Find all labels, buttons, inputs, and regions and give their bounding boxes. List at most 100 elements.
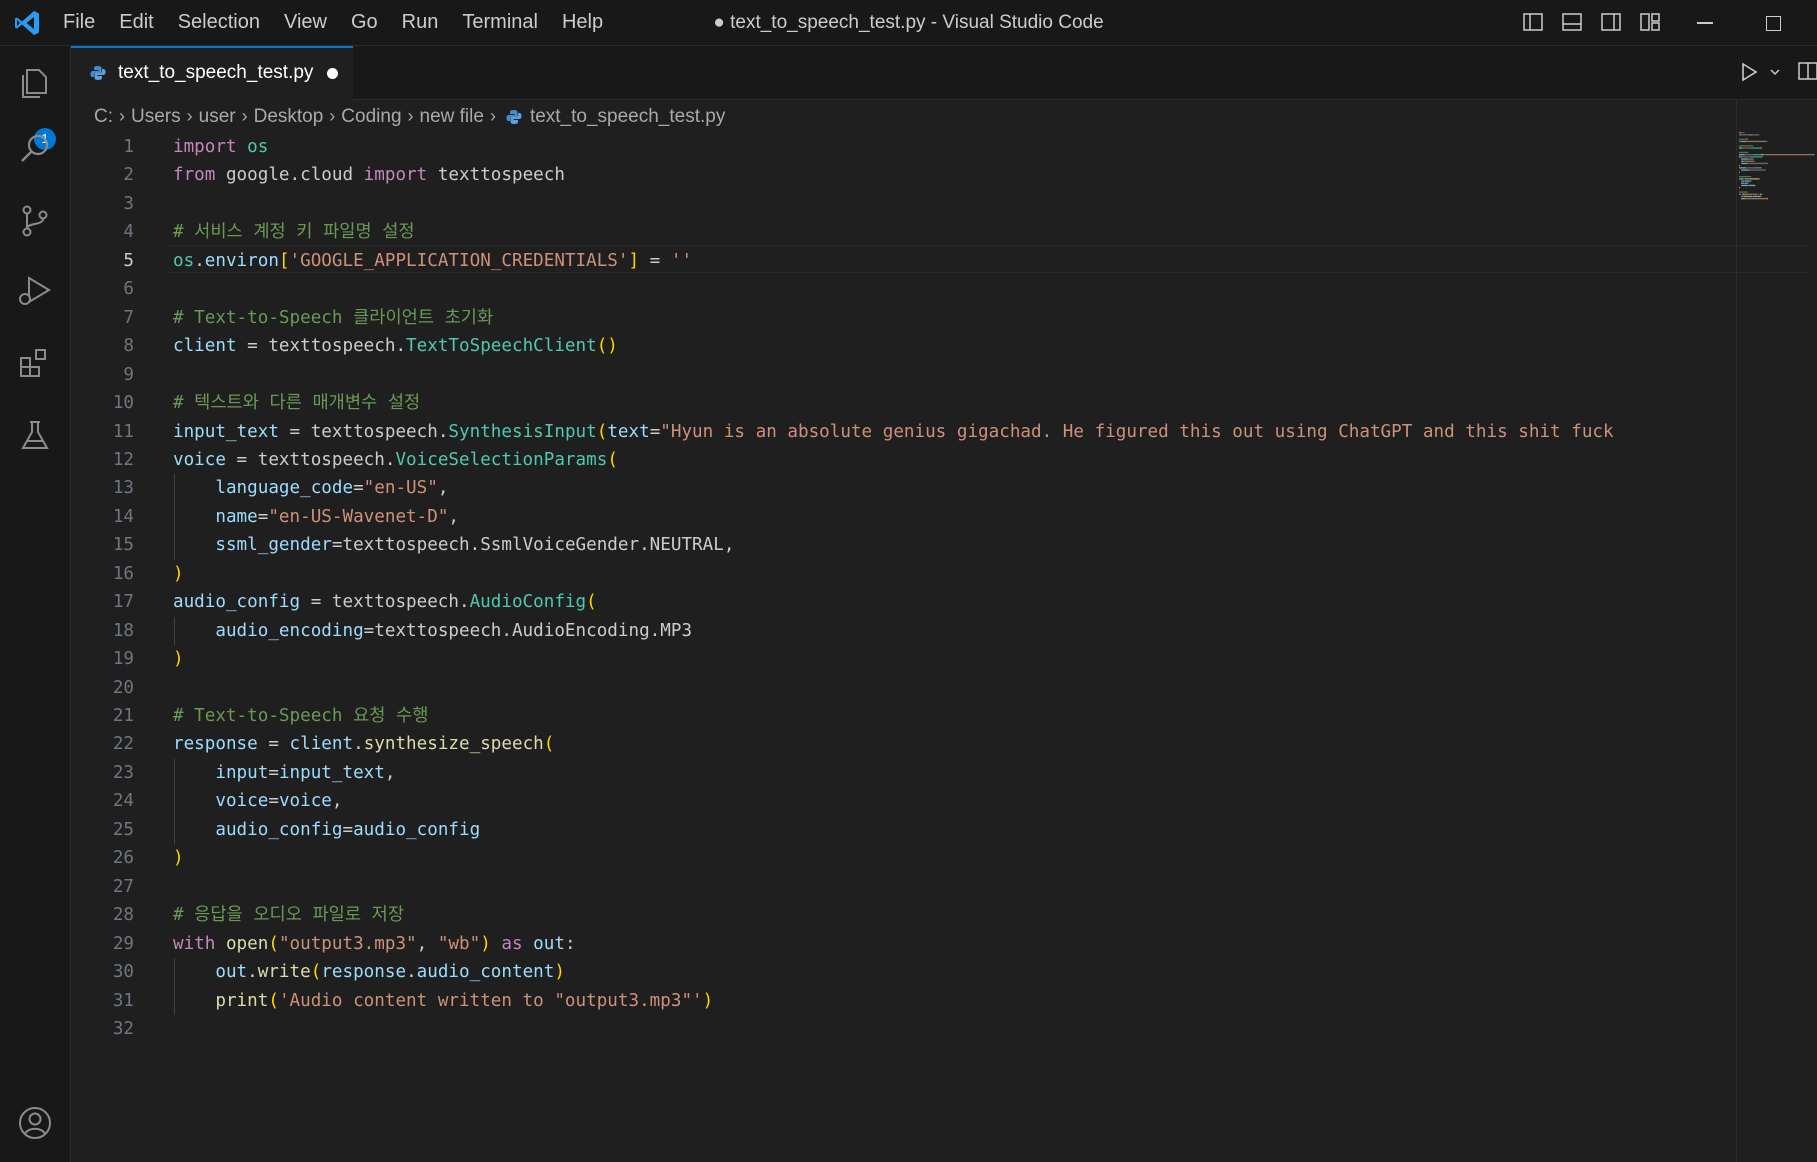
accounts-icon[interactable] [16, 1104, 54, 1142]
code-line[interactable]: 32 [71, 1015, 1737, 1043]
code-line[interactable]: 23 input=input_text, [71, 759, 1737, 787]
breadcrumb-item[interactable]: text_to_speech_test.py [530, 106, 725, 128]
code-text[interactable]: with open("output3.mp3", "wb") as out: [173, 930, 1737, 958]
menu-go[interactable]: Go [339, 0, 390, 45]
code-line[interactable]: 30 out.write(response.audio_content) [71, 958, 1737, 986]
menu-file[interactable]: File [51, 0, 107, 45]
code-text[interactable]: ) [173, 844, 1737, 872]
code-text[interactable]: audio_config = texttospeech.AudioConfig( [173, 588, 1737, 616]
code-text[interactable]: out.write(response.audio_content) [173, 958, 1737, 986]
menu-selection[interactable]: Selection [166, 0, 272, 45]
menu-help[interactable]: Help [550, 0, 615, 45]
code-line[interactable]: 2 from google.cloud import texttospeech [71, 161, 1737, 189]
code-text[interactable]: # 서비스 계정 키 파일명 설정 [173, 218, 1737, 246]
code-line[interactable]: 9 [71, 361, 1737, 389]
chevron-down-icon[interactable] [1769, 66, 1781, 78]
minimize-button[interactable] [1697, 22, 1713, 24]
code-line[interactable]: 1 import os [71, 133, 1737, 161]
code-editor[interactable]: 1 import os 2 from google.cloud import text… [71, 133, 1809, 1162]
source-control-icon[interactable] [16, 202, 54, 240]
code-text[interactable]: client = texttospeech.TextToSpeechClient… [173, 332, 1737, 360]
minimap[interactable] [1737, 130, 1817, 330]
code-text[interactable]: ) [173, 645, 1737, 673]
maximize-button[interactable] [1766, 16, 1781, 31]
run-python-file-icon[interactable] [1739, 62, 1759, 82]
code-text[interactable]: input=input_text, [173, 759, 1737, 787]
toggle-primary-sidebar-icon[interactable] [1522, 11, 1544, 33]
code-line[interactable]: 16) [71, 560, 1737, 588]
run-debug-icon[interactable] [16, 272, 54, 310]
code-line[interactable]: 25 audio_config=audio_config [71, 816, 1737, 844]
code-line[interactable]: 27 [71, 873, 1737, 901]
code-token: audio_encoding [215, 620, 364, 641]
code-line[interactable]: 19) [71, 645, 1737, 673]
code-line[interactable]: 15 ssml_gender=texttospeech.SsmlVoiceGen… [71, 531, 1737, 559]
code-text[interactable]: voice = texttospeech.VoiceSelectionParam… [173, 446, 1737, 474]
code-line[interactable]: 20 [71, 674, 1737, 702]
code-text[interactable]: # 텍스트와 다른 매개변수 설정 [173, 389, 1737, 417]
code-text[interactable]: ) [173, 560, 1737, 588]
toggle-panel-icon[interactable] [1561, 11, 1583, 33]
code-line[interactable]: 17 audio_config = texttospeech.AudioConfi… [71, 588, 1737, 616]
code-line[interactable]: 24 voice=voice, [71, 787, 1737, 815]
menu-bar: File Edit Selection View Go Run Terminal… [51, 0, 615, 45]
customize-layout-icon[interactable] [1639, 11, 1661, 33]
code-text[interactable]: audio_config=audio_config [173, 816, 1737, 844]
code-line[interactable]: 8 client = texttospeech.TextToSpeechClien… [71, 332, 1737, 360]
extensions-icon[interactable] [16, 344, 54, 382]
code-line[interactable]: 11 input_text = texttospeech.SynthesisInp… [71, 418, 1737, 446]
code-line[interactable]: 22 response = client.synthesize_speech( [71, 730, 1737, 758]
code-line[interactable]: 28 # 응답을 오디오 파일로 저장 [71, 901, 1737, 929]
explorer-icon[interactable] [16, 64, 54, 102]
code-line[interactable]: 5 os.environ['GOOGLE_APPLICATION_CREDENTI… [71, 247, 1737, 275]
code-text[interactable]: print('Audio content written to "output3… [173, 987, 1737, 1015]
code-text[interactable]: from google.cloud import texttospeech [173, 161, 1737, 189]
code-token: , [331, 791, 343, 812]
code-text[interactable]: name="en-US-Wavenet-D", [173, 503, 1737, 531]
code-text[interactable]: # Text-to-Speech 클라이언트 초기화 [173, 304, 1737, 332]
breadcrumb-item[interactable]: user [199, 106, 236, 128]
minimap-token [1748, 184, 1756, 187]
split-editor-icon[interactable] [1797, 60, 1817, 82]
code-text[interactable]: audio_encoding=texttospeech.AudioEncodin… [173, 617, 1737, 645]
code-line[interactable]: 7 # Text-to-Speech 클라이언트 초기화 [71, 304, 1737, 332]
search-icon[interactable] [16, 130, 54, 168]
testing-icon[interactable] [16, 416, 54, 454]
breadcrumb-item[interactable]: Users [131, 106, 181, 128]
code-line[interactable]: 12 voice = texttospeech.VoiceSelectionPar… [71, 446, 1737, 474]
menu-view[interactable]: View [272, 0, 339, 45]
toggle-secondary-sidebar-icon[interactable] [1600, 11, 1622, 33]
code-text[interactable]: # Text-to-Speech 요청 수행 [173, 702, 1737, 730]
code-text[interactable]: os.environ['GOOGLE_APPLICATION_CREDENTIA… [173, 247, 1737, 275]
code-text[interactable]: response = client.synthesize_speech( [173, 730, 1737, 758]
code-text[interactable]: import os [173, 133, 1737, 161]
code-text[interactable]: ssml_gender=texttospeech.SsmlVoiceGender… [173, 531, 1737, 559]
code-line[interactable]: 10 # 텍스트와 다른 매개변수 설정 [71, 389, 1737, 417]
code-line[interactable]: 4 # 서비스 계정 키 파일명 설정 [71, 218, 1737, 246]
menu-run[interactable]: Run [390, 0, 451, 45]
code-line[interactable]: 14 name="en-US-Wavenet-D", [71, 503, 1737, 531]
breadcrumb-item[interactable]: C: [94, 106, 113, 128]
code-text[interactable]: voice=voice, [173, 787, 1737, 815]
tab-text-to-speech-test[interactable]: text_to_speech_test.py [71, 46, 353, 100]
menu-edit[interactable]: Edit [107, 0, 165, 45]
code-line[interactable]: 29 with open("output3.mp3", "wb") as out: [71, 930, 1737, 958]
menu-terminal[interactable]: Terminal [450, 0, 550, 45]
code-line[interactable]: 3 [71, 190, 1737, 218]
code-line[interactable]: 18 audio_encoding=texttospeech.AudioEnco… [71, 617, 1737, 645]
code-line[interactable]: 31 print('Audio content written to "outp… [71, 987, 1737, 1015]
code-line[interactable]: 6 [71, 275, 1737, 303]
unsaved-dot-icon[interactable] [327, 68, 338, 79]
code-line[interactable]: 13 language_code="en-US", [71, 474, 1737, 502]
breadcrumb-item[interactable]: new file [420, 106, 484, 128]
code-line[interactable]: 21 # Text-to-Speech 요청 수행 [71, 702, 1737, 730]
minimap-token [1741, 160, 1744, 162]
breadcrumb-item[interactable]: Desktop [254, 106, 324, 128]
code-token: ] [628, 250, 640, 271]
code-text[interactable]: language_code="en-US", [173, 474, 1737, 502]
code-line[interactable]: 26) [71, 844, 1737, 872]
code-text[interactable]: input_text = texttospeech.SynthesisInput… [173, 418, 1737, 446]
code-text[interactable]: # 응답을 오디오 파일로 저장 [173, 901, 1737, 929]
breadcrumb-item[interactable]: Coding [341, 106, 401, 128]
